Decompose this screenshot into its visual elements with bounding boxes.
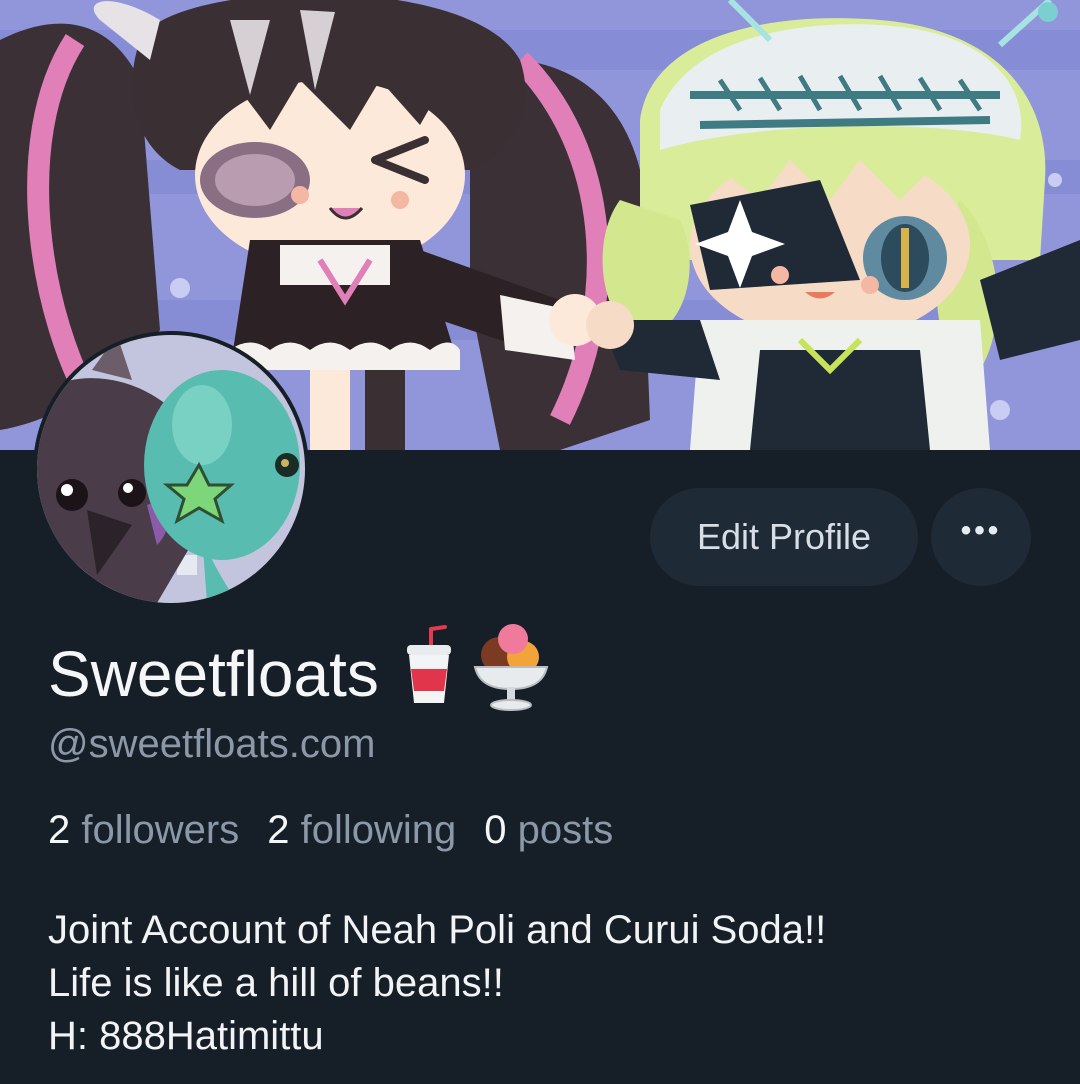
posts-label: posts [517, 808, 614, 852]
bio-line: H: 888Hatimittu [48, 1014, 324, 1058]
avatar[interactable] [33, 331, 309, 607]
followers-stat[interactable]: 2 followers [48, 808, 239, 853]
edit-profile-button[interactable]: Edit Profile [650, 488, 918, 586]
display-name-text: Sweetfloats [48, 638, 379, 710]
bio-line: Joint Account of Neah Poli and Curui Sod… [48, 908, 827, 952]
more-options-icon: ••• [960, 514, 1002, 547]
following-stat[interactable]: 2 following [267, 808, 456, 853]
profile-bio: Joint Account of Neah Poli and Curui Sod… [48, 904, 1048, 1063]
posts-stat: 0 posts [484, 808, 613, 853]
followers-count: 2 [48, 808, 71, 852]
soda-cup-icon [397, 624, 461, 724]
more-options-button[interactable]: ••• [931, 488, 1031, 586]
display-name: Sweetfloats [48, 623, 551, 720]
posts-count: 0 [484, 808, 507, 852]
edit-profile-label: Edit Profile [696, 516, 872, 557]
ice-cream-sundae-icon [471, 623, 551, 726]
avatar-image [37, 335, 305, 603]
following-count: 2 [267, 808, 290, 852]
profile-stats: 2 followers 2 following 0 posts [48, 808, 613, 853]
following-label: following [300, 808, 457, 852]
profile-handle[interactable]: @sweetfloats.com [48, 722, 375, 767]
bio-line: Life is like a hill of beans!! [48, 961, 504, 1005]
followers-label: followers [81, 808, 240, 852]
